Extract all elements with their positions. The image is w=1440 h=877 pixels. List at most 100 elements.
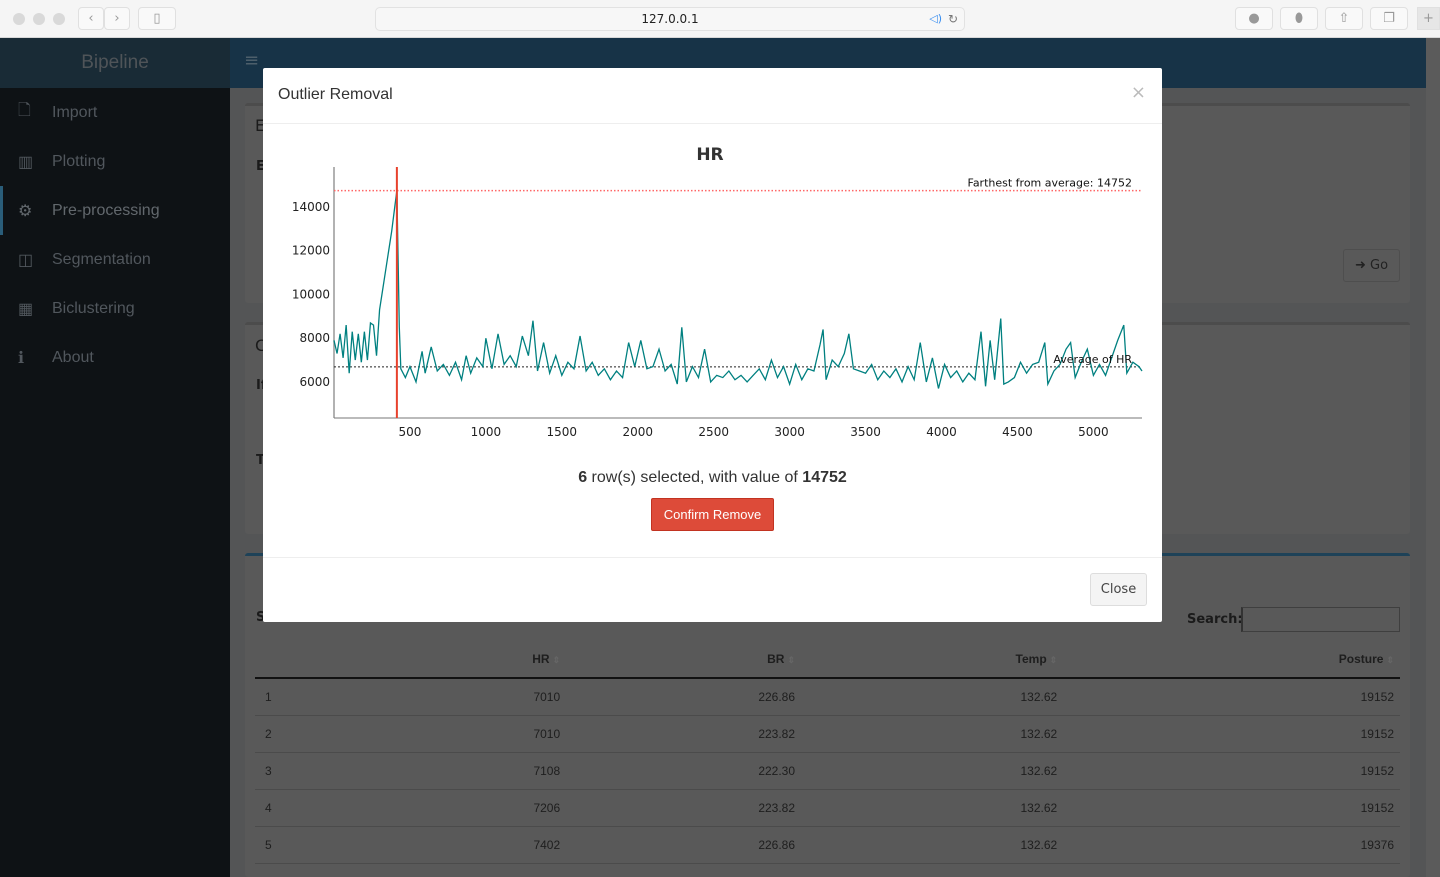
column-label: HR	[532, 651, 550, 666]
close-button[interactable]: Close	[1090, 573, 1147, 606]
go-label: Go	[1370, 258, 1389, 273]
table-cell: 1	[255, 678, 380, 716]
x-tick-label: 3500	[850, 425, 881, 439]
column-header-hr[interactable]: HR ⇕	[379, 640, 567, 679]
column-header-posture[interactable]: Posture ⇕	[1063, 640, 1400, 679]
sidebar-item-label: About	[52, 348, 94, 366]
x-tick-label: 4000	[926, 425, 957, 439]
table-row[interactable]: 2 7010 223.82 132.62 19152	[255, 715, 1400, 753]
selection-text: row(s) selected, with value of	[587, 469, 803, 486]
table-cell: 19376	[1063, 826, 1400, 864]
sidebar: Bipeline 🗋 Import ▥ Plotting ⚙ Pre-processi…	[0, 38, 230, 877]
outlier-removal-modal: Outlier Removal × HR 500 1000 1500 2000 2500…	[263, 68, 1162, 622]
sidebar-item-plotting[interactable]: ▥ Plotting	[0, 137, 230, 186]
table-cell: 7108	[379, 752, 567, 790]
table-cell: 132.62	[801, 826, 1064, 864]
y-tick-label: 10000	[292, 287, 330, 301]
table-cell: 132.62	[801, 715, 1064, 753]
sidebar-item-label: Pre-processing	[52, 201, 160, 219]
table-cell: 5	[255, 826, 380, 864]
page-scrollbar[interactable]	[1426, 38, 1440, 877]
column-label: BR	[767, 651, 785, 666]
sidebar-item-segmentation[interactable]: ◫ Segmentation	[0, 235, 230, 284]
column-label: Temp	[1015, 651, 1047, 666]
table-cell: 7206	[379, 789, 567, 827]
forward-icon[interactable]: ›	[104, 7, 130, 30]
hr-chart: HR 500 1000 1500 2000 2500 3000 3500 4000 4500 50…	[292, 145, 1143, 439]
data-table: HR ⇕ BR ⇕ Temp ⇕ Posture ⇕ 1 7010 226.86 132.62…	[255, 640, 1400, 864]
reload-icon[interactable]: ↻	[948, 8, 958, 30]
sort-icon: ⇕	[1049, 654, 1058, 665]
sidebar-item-pre-processing[interactable]: ⚙ Pre-processing	[0, 186, 230, 235]
x-tick-label: 2500	[698, 425, 729, 439]
extension-icon[interactable]: ⬮	[1280, 7, 1318, 30]
column-header-br[interactable]: BR ⇕	[566, 640, 802, 679]
info-icon: ℹ	[18, 349, 25, 367]
share-icon[interactable]: ⇧	[1325, 7, 1363, 30]
bar-chart-icon: ▥	[18, 153, 34, 171]
table-row[interactable]: 5 7402 226.86 132.62 19376	[255, 826, 1400, 864]
table-row[interactable]: 4 7206 223.82 132.62 19152	[255, 789, 1400, 827]
tabs-icon[interactable]: ❐	[1370, 7, 1408, 30]
table-cell: 222.30	[566, 752, 802, 790]
address-bar[interactable]: 127.0.0.1 ◁) ↻	[375, 7, 965, 31]
sort-icon: ⇕	[552, 654, 561, 665]
table-cell: 3	[255, 752, 380, 790]
sidebar-item-label: Plotting	[52, 152, 106, 170]
chart-title: HR	[696, 145, 723, 165]
x-tick-label: 1000	[471, 425, 502, 439]
sidebar-item-label: Biclustering	[52, 299, 135, 317]
url-text: 127.0.0.1	[641, 12, 699, 26]
x-tick-label: 3000	[774, 425, 805, 439]
table-cell: 226.86	[566, 678, 802, 716]
sort-icon: ⇕	[1386, 654, 1394, 665]
download-icon[interactable]: ●	[1235, 7, 1273, 30]
table-row[interactable]: 3 7108 222.30 132.62 19152	[255, 752, 1400, 790]
sidebar-item-import[interactable]: 🗋 Import	[0, 88, 230, 137]
confirm-remove-button[interactable]: Confirm Remove	[651, 498, 774, 531]
minimize-window-button[interactable]	[33, 13, 45, 25]
table-cell: 223.82	[566, 715, 802, 753]
brand-logo: Bipeline	[0, 38, 230, 88]
table-cell: 19152	[1063, 678, 1400, 716]
go-button[interactable]: ➜ Go	[1343, 249, 1400, 282]
average-label: Average of HR	[1053, 353, 1132, 366]
table-cell: 7010	[379, 715, 567, 753]
hamburger-icon[interactable]: ≡	[244, 50, 259, 71]
grid-icon: ▦	[18, 300, 34, 318]
new-tab-icon[interactable]: +	[1417, 7, 1440, 30]
column-header-index[interactable]	[255, 640, 380, 679]
table-cell: 132.62	[801, 678, 1064, 716]
audio-icon[interactable]: ◁)	[929, 8, 942, 30]
table-row[interactable]: 1 7010 226.86 132.62 19152	[255, 678, 1400, 716]
y-tick-label: 14000	[292, 200, 330, 214]
y-tick-label: 6000	[299, 375, 330, 389]
hr-series-line	[333, 190, 1143, 389]
close-window-button[interactable]	[13, 13, 25, 25]
x-tick-label: 5000	[1078, 425, 1109, 439]
table-cell: 132.62	[801, 752, 1064, 790]
sidebar-item-about[interactable]: ℹ About	[0, 333, 230, 382]
table-cell: 7010	[379, 678, 567, 716]
x-tick-label: 4500	[1002, 425, 1033, 439]
file-icon: 🗋	[18, 102, 31, 119]
y-tick-label: 8000	[299, 331, 330, 345]
x-tick-label: 500	[398, 425, 421, 439]
back-icon[interactable]: ‹	[78, 7, 104, 30]
x-tick-label: 2000	[622, 425, 653, 439]
close-icon[interactable]: ×	[1131, 82, 1146, 103]
search-input[interactable]	[1241, 607, 1400, 632]
columns-icon: ◫	[18, 251, 34, 269]
table-cell: 19152	[1063, 715, 1400, 753]
outlier-label: Farthest from average: 14752	[968, 177, 1133, 190]
selection-summary: 6 row(s) selected, with value of 14752	[263, 469, 1162, 487]
table-cell: 132.62	[801, 789, 1064, 827]
selected-value: 14752	[802, 469, 847, 486]
sidebar-icon[interactable]: ▯	[138, 7, 176, 30]
browser-toolbar: ‹ › ▯ 127.0.0.1 ◁) ↻ ● ⬮ ⇧ ❐ +	[0, 0, 1440, 38]
zoom-window-button[interactable]	[53, 13, 65, 25]
selected-count: 6	[578, 469, 588, 486]
sidebar-item-biclustering[interactable]: ▦ Biclustering	[0, 284, 230, 333]
column-header-temp[interactable]: Temp ⇕	[801, 640, 1064, 679]
sidebar-item-label: Segmentation	[52, 250, 151, 268]
